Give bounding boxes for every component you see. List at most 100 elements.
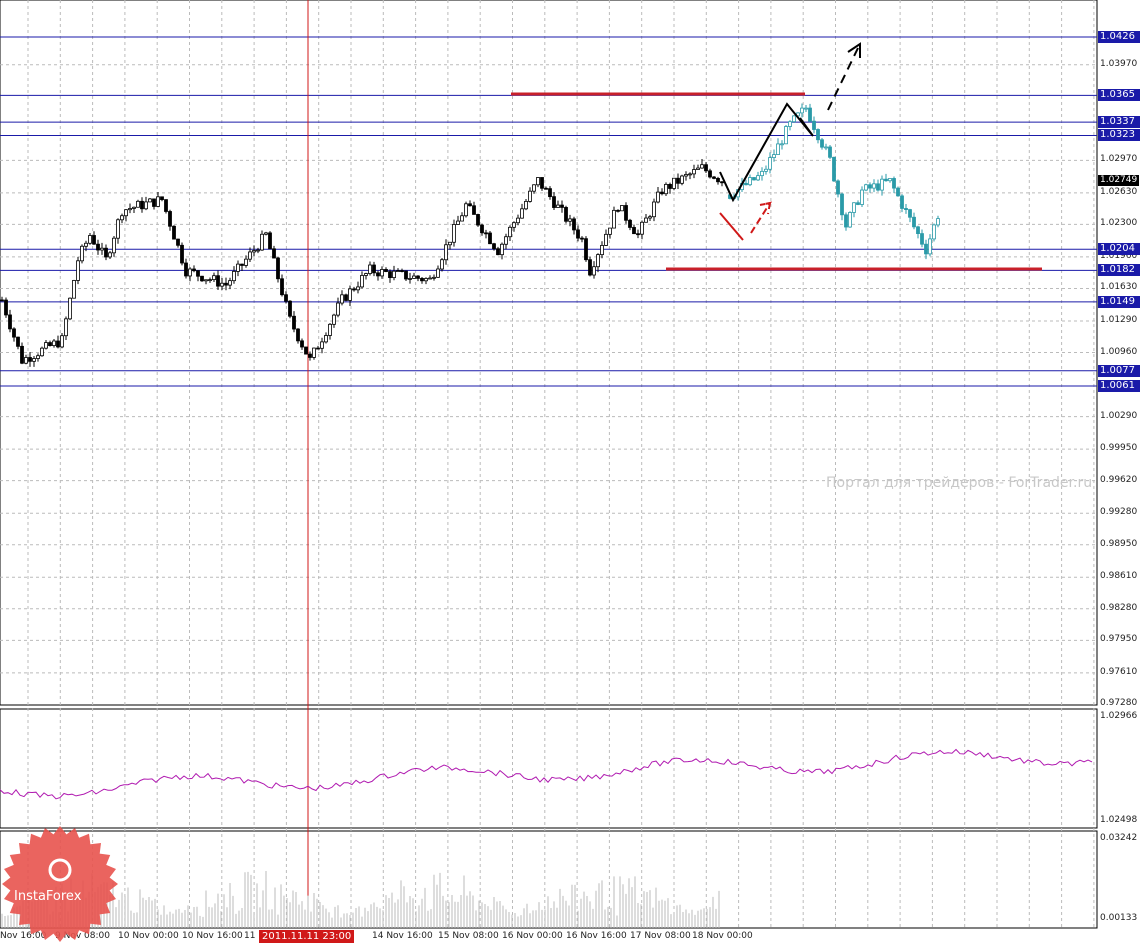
candle bbox=[136, 200, 140, 208]
forecast-candle bbox=[760, 170, 764, 177]
forecast-candle bbox=[904, 208, 908, 210]
forecast-candle bbox=[792, 115, 796, 123]
candle bbox=[636, 233, 640, 236]
candle bbox=[308, 353, 312, 358]
forecast-candle bbox=[780, 143, 784, 146]
candle bbox=[296, 328, 300, 342]
indicator2-min: 0.00133 bbox=[1100, 913, 1138, 923]
forecast-candle bbox=[876, 183, 880, 191]
instaforex-logo bbox=[2, 826, 118, 942]
candle bbox=[252, 250, 256, 253]
forecast-candle bbox=[936, 218, 940, 226]
forecast-candle bbox=[800, 107, 804, 114]
candle bbox=[288, 300, 292, 317]
candle bbox=[528, 190, 532, 202]
candle bbox=[488, 232, 492, 245]
candle bbox=[168, 211, 172, 227]
time-tick: 11 bbox=[244, 931, 256, 941]
price-tick: 0.97950 bbox=[1100, 634, 1138, 645]
candle bbox=[524, 201, 528, 210]
forecast-candle bbox=[820, 139, 824, 148]
candle bbox=[216, 275, 220, 287]
forecast-candle bbox=[828, 146, 832, 158]
forecast-candle bbox=[824, 146, 828, 149]
price-tick: 1.01630 bbox=[1100, 282, 1138, 293]
chart-window[interactable]: 1.048401.039701.029701.026301.023001.019… bbox=[0, 0, 1144, 946]
candle bbox=[144, 201, 148, 210]
candle bbox=[616, 209, 620, 212]
forecast-candle bbox=[932, 224, 936, 240]
candle bbox=[88, 235, 92, 244]
price-tick: 1.03970 bbox=[1100, 58, 1138, 69]
price-chart[interactable] bbox=[0, 0, 1144, 946]
candle bbox=[448, 241, 452, 246]
current-price-label: 1.02749 bbox=[1098, 175, 1140, 187]
candle bbox=[200, 275, 204, 282]
forecast-candle bbox=[860, 189, 864, 205]
candle bbox=[120, 215, 124, 221]
candle bbox=[192, 268, 196, 272]
candle bbox=[156, 196, 160, 207]
candle bbox=[532, 184, 536, 192]
forecast-candle bbox=[868, 184, 872, 189]
price-tick: 0.98950 bbox=[1100, 538, 1138, 549]
time-tick: 18 Nov 00:00 bbox=[692, 931, 753, 941]
candle bbox=[504, 236, 508, 245]
candle bbox=[80, 245, 84, 262]
forecast-candle bbox=[844, 214, 848, 228]
forecast-candle bbox=[908, 209, 912, 218]
candle bbox=[620, 205, 624, 212]
candle bbox=[420, 277, 424, 282]
candle bbox=[48, 342, 52, 346]
candle bbox=[272, 248, 276, 259]
forecast-candle bbox=[772, 154, 776, 158]
candle bbox=[476, 214, 480, 226]
candle bbox=[452, 224, 456, 243]
candle bbox=[388, 271, 392, 279]
candle bbox=[368, 264, 372, 274]
candle bbox=[576, 229, 580, 239]
candle bbox=[716, 178, 720, 183]
candle bbox=[444, 244, 448, 261]
candle bbox=[536, 177, 540, 186]
candle bbox=[160, 196, 164, 201]
candle bbox=[596, 254, 600, 268]
candle bbox=[364, 273, 368, 276]
candle bbox=[560, 204, 564, 208]
candle bbox=[44, 342, 48, 349]
candle bbox=[232, 271, 236, 282]
candle bbox=[360, 275, 364, 288]
price-tick: 1.02630 bbox=[1100, 186, 1138, 197]
level-label: 1.0323 bbox=[1098, 129, 1140, 142]
candle bbox=[436, 268, 440, 278]
candle bbox=[340, 294, 344, 304]
price-tick: 0.99950 bbox=[1100, 443, 1138, 454]
candle bbox=[520, 208, 524, 219]
candle bbox=[24, 357, 28, 364]
price-tick: 1.00960 bbox=[1100, 346, 1138, 357]
candle bbox=[428, 277, 432, 280]
price-tick: 1.01290 bbox=[1100, 314, 1138, 325]
candle bbox=[392, 270, 396, 279]
crosshair-time-label: 2011.11.11 23:00 bbox=[259, 930, 355, 943]
candle bbox=[36, 355, 40, 359]
indicator1-min: 1.02498 bbox=[1100, 815, 1138, 825]
candle bbox=[512, 222, 516, 228]
candle bbox=[372, 264, 376, 274]
forecast-candle bbox=[752, 177, 756, 181]
forecast-candle bbox=[840, 193, 844, 216]
candle bbox=[188, 268, 192, 277]
candle bbox=[256, 249, 260, 252]
candle bbox=[624, 205, 628, 221]
candle bbox=[496, 248, 500, 256]
candle bbox=[228, 280, 232, 286]
indicator2-max: 0.03242 bbox=[1100, 833, 1138, 843]
time-tick: 10 Nov 16:00 bbox=[182, 931, 243, 941]
candle bbox=[112, 237, 116, 254]
candle bbox=[96, 243, 100, 251]
forecast-candle bbox=[744, 182, 748, 186]
candle bbox=[684, 174, 688, 177]
candle bbox=[164, 199, 168, 212]
candle bbox=[184, 262, 188, 277]
candle bbox=[72, 280, 76, 299]
